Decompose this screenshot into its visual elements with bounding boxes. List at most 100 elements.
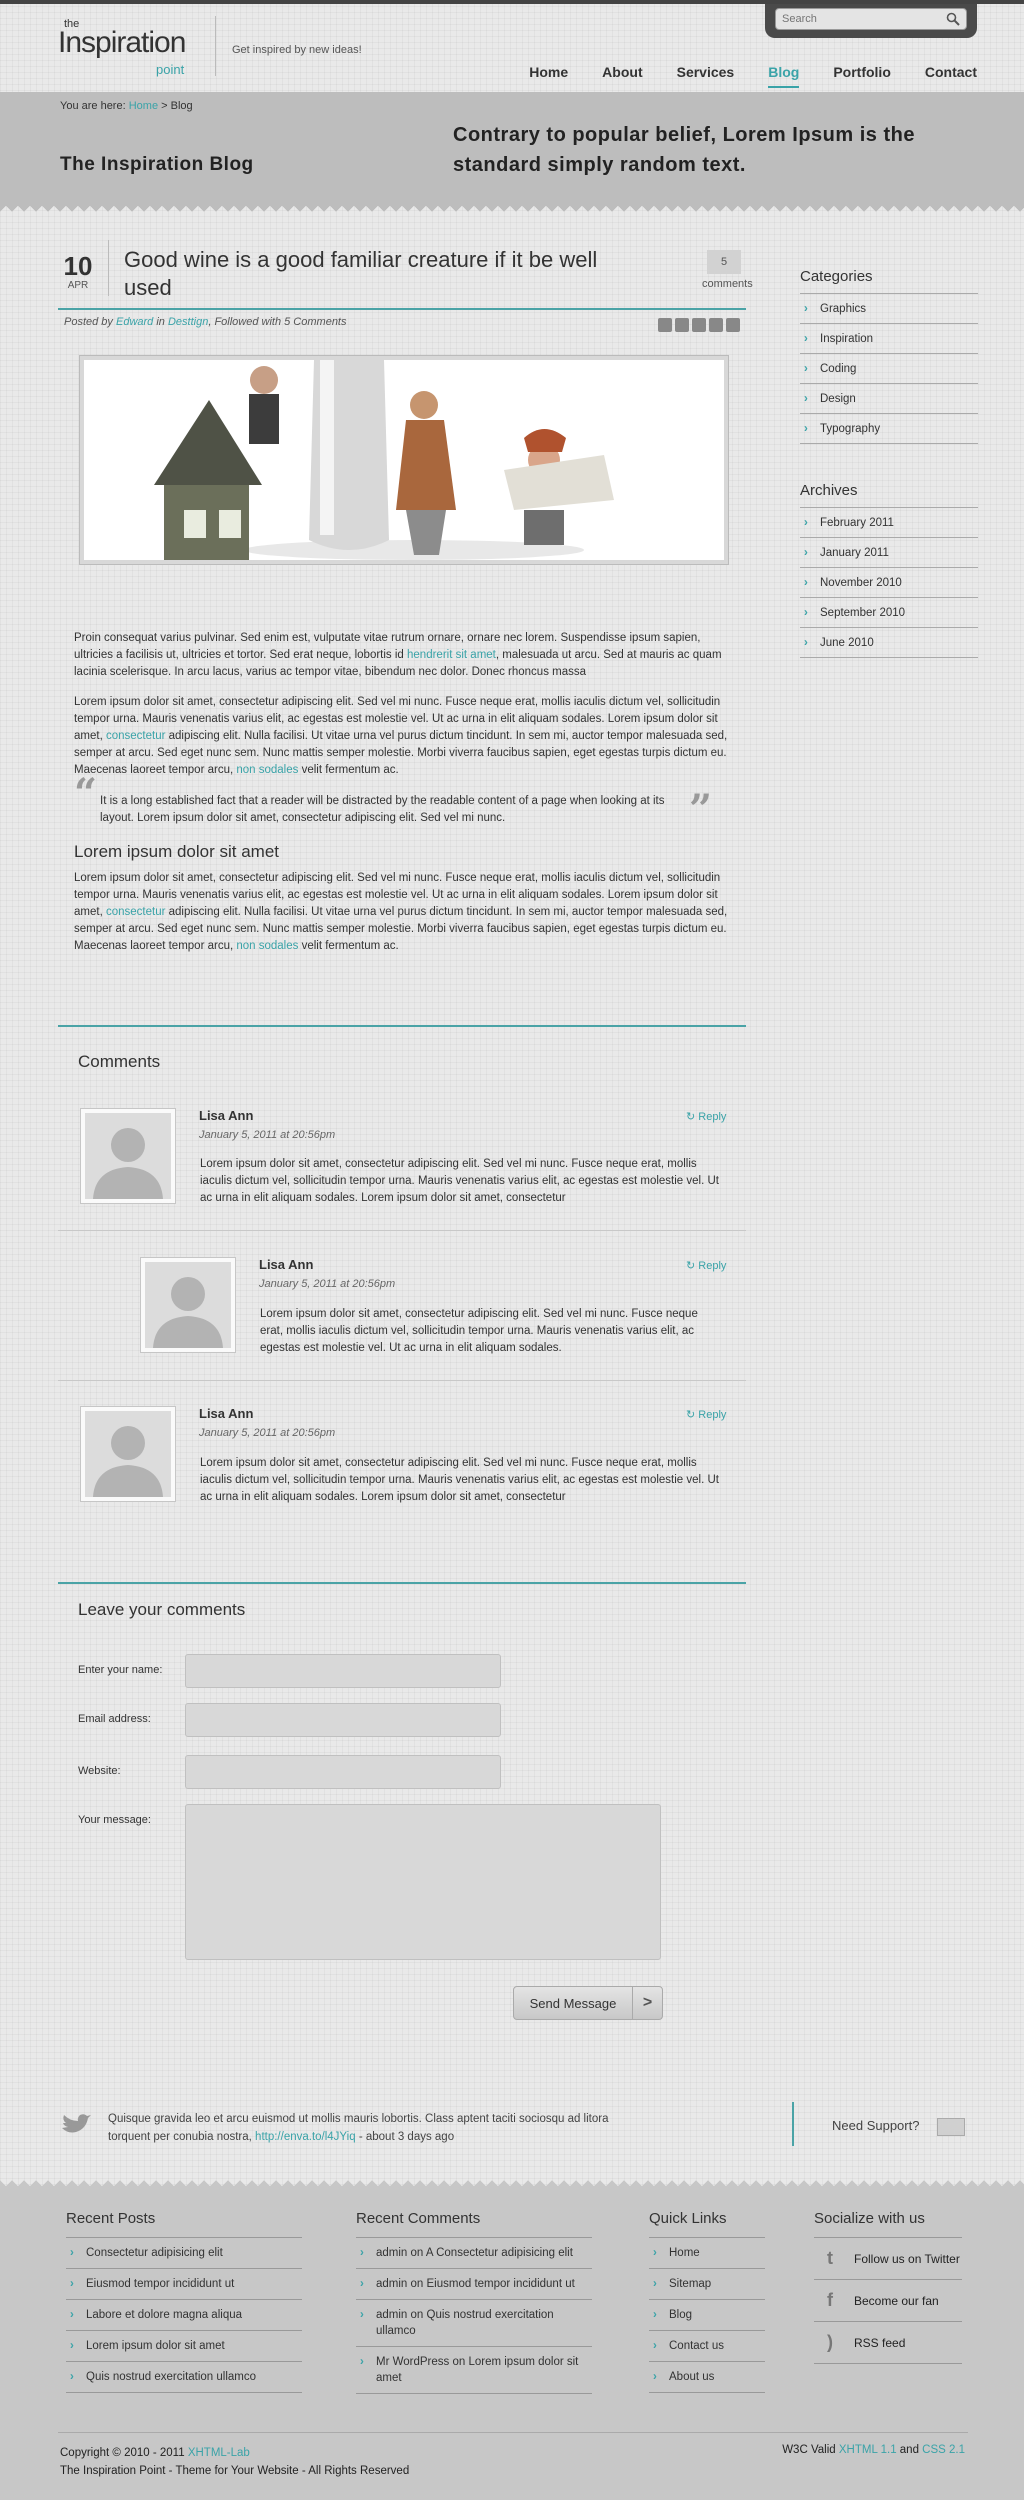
send-message-button[interactable]: Send Message > (513, 1986, 663, 2020)
breadcrumb: You are here: Home > Blog (60, 100, 193, 112)
form-divider (58, 1582, 746, 1584)
facebook-icon: f (827, 2290, 833, 2310)
post-title[interactable]: Good wine is a good familiar creature if… (124, 246, 644, 302)
featured-illustration (84, 360, 724, 560)
copyright-line-2: The Inspiration Point - Theme for Your W… (60, 2465, 410, 2477)
website-field[interactable] (185, 1755, 501, 1789)
tweet-link[interactable]: http://enva.to/l4JYiq (255, 2131, 356, 2143)
category-item[interactable]: › Typography (800, 414, 978, 444)
comment-author[interactable]: Lisa Ann (199, 1108, 253, 1123)
message-field[interactable] (185, 1804, 661, 1960)
share-twitter-icon[interactable] (658, 318, 672, 332)
page-banner: You are here: Home > Blog The Inspiratio… (0, 92, 1024, 204)
site-logo[interactable]: the Inspiration point (58, 18, 208, 78)
quick-link-item[interactable]: › Contact us (649, 2331, 765, 2362)
quick-link-item[interactable]: › Home (649, 2238, 765, 2269)
main-nav: Home About Services Blog Portfolio Conta… (512, 64, 977, 88)
chevron-right-icon: › (360, 2309, 364, 2321)
copyright-text: Copyright © 2010 - 2011 (60, 2447, 188, 2459)
chevron-right-icon: › (653, 2309, 657, 2321)
nav-blog[interactable]: Blog (751, 64, 816, 88)
chevron-right-icon: › (804, 393, 808, 405)
category-item[interactable]: › Graphics (800, 294, 978, 324)
category-item[interactable]: › Coding (800, 354, 978, 384)
recent-post-item[interactable]: › Consectetur adipisicing elit (66, 2238, 302, 2269)
p3-link[interactable]: consectetur (106, 906, 165, 918)
quick-link-item[interactable]: › Sitemap (649, 2269, 765, 2300)
category-item[interactable]: › Inspiration (800, 324, 978, 354)
nav-contact[interactable]: Contact (908, 64, 977, 80)
comment-text: Lorem ipsum dolor sit amet, consectetur … (200, 1457, 719, 1503)
xhtml-link[interactable]: XHTML 1.1 (839, 2444, 897, 2456)
archive-item[interactable]: › January 2011 (800, 538, 978, 568)
share-email-icon[interactable] (726, 318, 740, 332)
recent-comment-item[interactable]: › Mr WordPress on Lorem ipsum dolor sit a… (356, 2347, 592, 2394)
archive-item[interactable]: › November 2010 (800, 568, 978, 598)
meta-category-link[interactable]: Desttign (168, 316, 208, 328)
p1-link[interactable]: hendrerit sit amet (407, 649, 496, 661)
archive-item[interactable]: › June 2010 (800, 628, 978, 658)
nav-services[interactable]: Services (660, 64, 752, 80)
chevron-right-icon: › (804, 637, 808, 649)
user-silhouette-icon (85, 1411, 171, 1497)
need-support-link[interactable]: Need Support? (832, 2118, 919, 2133)
nav-home[interactable]: Home (512, 64, 585, 80)
share-flickr-icon[interactable] (692, 318, 706, 332)
recent-post-item[interactable]: › Eiusmod tempor incididunt ut (66, 2269, 302, 2300)
avatar (80, 1406, 176, 1502)
recent-post-label: Consectetur adipisicing elit (86, 2247, 223, 2259)
search-input[interactable] (776, 9, 926, 29)
reply-button[interactable]: ↻ Reply (686, 1408, 726, 1421)
p2-link[interactable]: consectetur (106, 730, 165, 742)
breadcrumb-prefix: You are here: (60, 100, 126, 112)
breadcrumb-home-link[interactable]: Home (129, 100, 158, 112)
p2-link-2[interactable]: non sodales (236, 764, 298, 776)
social-title: Socialize with us (814, 2210, 925, 2227)
search-icon[interactable] (946, 12, 960, 26)
chevron-right-icon: › (804, 303, 808, 315)
p3-link-2[interactable]: non sodales (236, 940, 298, 952)
chevron-right-icon: › (804, 333, 808, 345)
site-footer: Recent Posts › Consectetur adipisicing el… (0, 2186, 1024, 2500)
mail-icon[interactable] (937, 2118, 965, 2136)
share-facebook-icon[interactable] (675, 318, 689, 332)
recent-post-label: Quis nostrud exercitation ullamco (86, 2371, 257, 2383)
nav-portfolio[interactable]: Portfolio (816, 64, 908, 80)
reply-button[interactable]: ↻ Reply (686, 1110, 726, 1123)
tweet-bar: Quisque gravida leo et arcu euismod ut m… (0, 2098, 1024, 2174)
archive-item[interactable]: › September 2010 (800, 598, 978, 628)
recent-comment-label: admin on Eiusmod tempor incididunt ut (376, 2278, 575, 2290)
comment-author[interactable]: Lisa Ann (199, 1406, 253, 1421)
categories-list: › Graphics › Inspiration › Coding › Design ›… (800, 293, 978, 444)
copyright-link[interactable]: XHTML-Lab (188, 2447, 250, 2459)
recent-comment-item[interactable]: › admin on Eiusmod tempor incididunt ut (356, 2269, 592, 2300)
nav-about[interactable]: About (585, 64, 659, 80)
reply-icon: ↻ (686, 1409, 699, 1421)
quick-link-item[interactable]: › Blog (649, 2300, 765, 2331)
social-facebook[interactable]: f Become our fan (814, 2280, 962, 2322)
reply-label: Reply (698, 1111, 727, 1123)
post-featured-image (80, 356, 728, 564)
quick-link-label: Sitemap (669, 2278, 712, 2290)
archive-item[interactable]: › February 2011 (800, 508, 978, 538)
recent-comment-item[interactable]: › admin on A Consectetur adipisicing elit (356, 2238, 592, 2269)
breadcrumb-current: Blog (170, 100, 193, 112)
social-twitter[interactable]: t Follow us on Twitter (814, 2238, 962, 2280)
comment-author[interactable]: Lisa Ann (259, 1257, 313, 1272)
email-field[interactable] (185, 1703, 501, 1737)
name-field[interactable] (185, 1654, 501, 1688)
recent-post-item[interactable]: › Lorem ipsum dolor sit amet (66, 2331, 302, 2362)
recent-post-item[interactable]: › Quis nostrud exercitation ullamco (66, 2362, 302, 2393)
css-link[interactable]: CSS 2.1 (922, 2444, 965, 2456)
share-blogger-icon[interactable] (709, 318, 723, 332)
meta-author-link[interactable]: Edward (116, 316, 153, 328)
logo-main: Inspiration (58, 26, 186, 59)
social-rss[interactable]: ) RSS feed (814, 2322, 962, 2364)
comment-count[interactable]: 5 comments (702, 250, 753, 290)
quick-link-item[interactable]: › About us (649, 2362, 765, 2393)
chevron-right-icon: › (653, 2247, 657, 2259)
category-item[interactable]: › Design (800, 384, 978, 414)
recent-post-item[interactable]: › Labore et dolore magna aliqua (66, 2300, 302, 2331)
recent-comment-item[interactable]: › admin on Quis nostrud exercitation ulla… (356, 2300, 592, 2347)
reply-button[interactable]: ↻ Reply (686, 1259, 726, 1272)
